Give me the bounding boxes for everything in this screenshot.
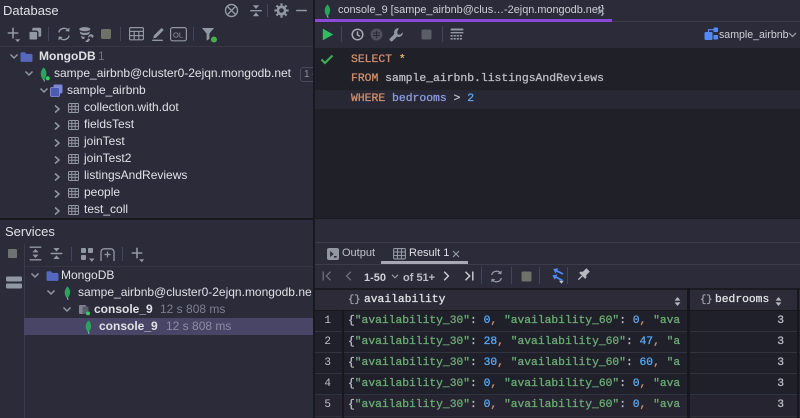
svg-text:OL: OL (173, 31, 183, 40)
